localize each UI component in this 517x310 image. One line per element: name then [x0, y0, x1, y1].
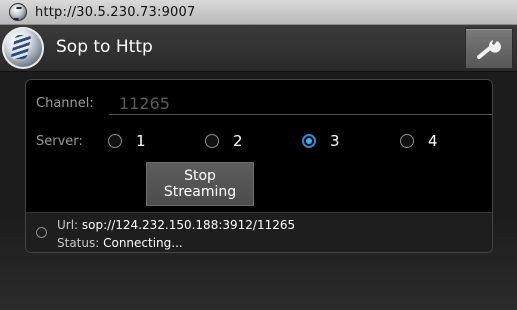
- status-area: Url: sop://124.232.150.188:3912/11265 St…: [26, 212, 492, 252]
- server-radio-1[interactable]: [108, 134, 122, 148]
- stream-url-line: Url: sop://124.232.150.188:3912/11265: [57, 216, 295, 234]
- stop-button-line1: Stop: [184, 168, 216, 184]
- server-option-4[interactable]: 4: [400, 132, 438, 150]
- server-option-label: 2: [233, 132, 243, 150]
- settings-button[interactable]: [465, 28, 513, 69]
- stream-status-key: Status:: [57, 236, 100, 250]
- stop-button-label: Stop Streaming: [164, 168, 236, 200]
- server-option-label: 1: [136, 132, 146, 150]
- channel-label: Channel:: [36, 96, 94, 111]
- channel-input[interactable]: [109, 92, 492, 115]
- sopcast-logo-icon: [2, 27, 44, 69]
- server-label: Server:: [36, 134, 83, 149]
- server-radio-2[interactable]: [205, 134, 219, 148]
- status-indicator-icon: [36, 227, 47, 238]
- server-radio-3[interactable]: [302, 134, 316, 148]
- app-title: Sop to Http: [56, 37, 153, 57]
- server-radio-4[interactable]: [400, 134, 414, 148]
- wrench-icon: [477, 39, 501, 59]
- server-option-3[interactable]: 3: [302, 132, 340, 150]
- status-lines: Url: sop://124.232.150.188:3912/11265 St…: [57, 216, 295, 252]
- stream-status-line: Status: Connecting...: [57, 234, 295, 252]
- stream-url-key: Url:: [57, 218, 79, 232]
- stream-url-value: sop://124.232.150.188:3912/11265: [81, 218, 296, 232]
- url-bar: http://30.5.230.73:9007: [0, 0, 517, 25]
- title-bar: Sop to Http: [0, 25, 517, 72]
- url-text: http://30.5.230.73:9007: [35, 4, 196, 20]
- stop-button-line2: Streaming: [163, 184, 237, 200]
- server-option-label: 4: [428, 132, 438, 150]
- stream-status-value: Connecting...: [103, 236, 183, 250]
- channel-row: Channel:: [36, 92, 492, 118]
- server-row: Server: 1 2 3 4: [36, 130, 488, 154]
- sopcast-small-icon: [9, 3, 27, 21]
- stop-streaming-button[interactable]: Stop Streaming: [146, 162, 254, 206]
- stream-panel: Channel: Server: 1 2 3 4 Stop Streaming: [25, 79, 493, 253]
- server-option-1[interactable]: 1: [108, 132, 146, 150]
- server-option-label: 3: [330, 132, 340, 150]
- server-option-2[interactable]: 2: [205, 132, 243, 150]
